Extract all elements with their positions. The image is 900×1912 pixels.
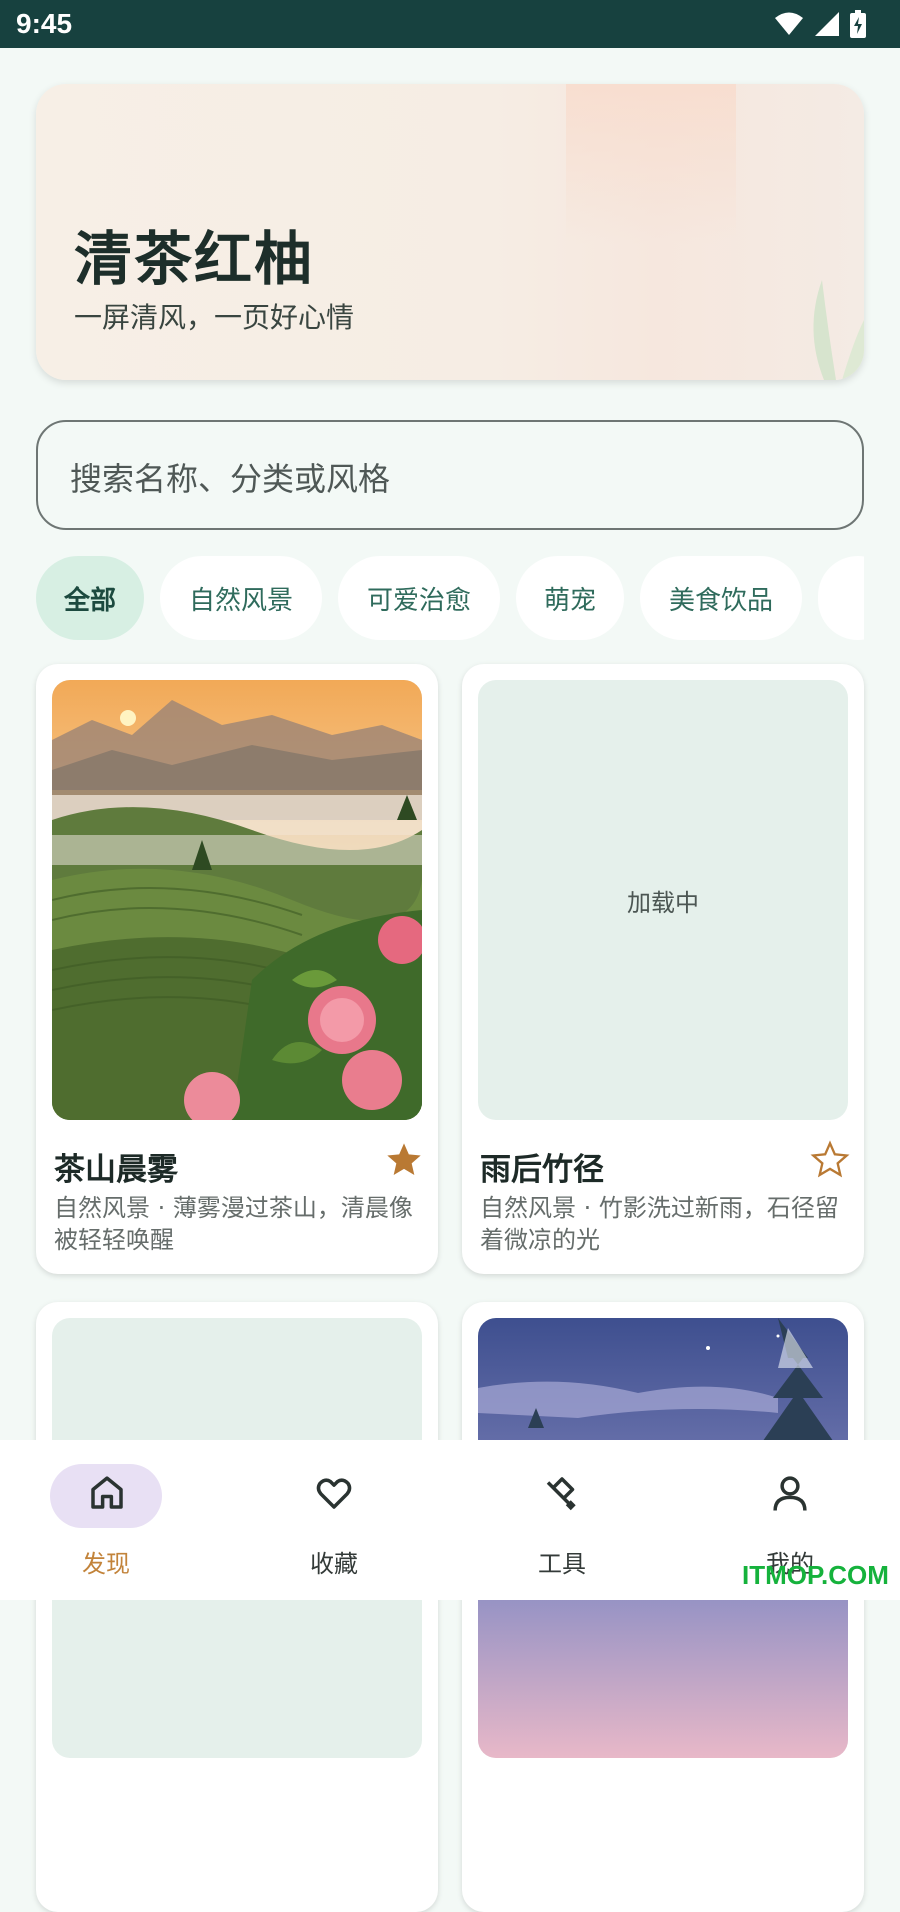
status-time: 9:45 bbox=[16, 8, 73, 39]
nav-discover[interactable]: 发现 bbox=[30, 1464, 190, 1584]
nav-label-discover: 发现 bbox=[82, 1550, 130, 1578]
hero-title: 清茶红柚 bbox=[74, 225, 315, 293]
search-placeholder: 搜索名称、分类或风格 bbox=[70, 460, 391, 498]
person-icon bbox=[773, 1476, 807, 1511]
chip-pets[interactable]: 萌宠 bbox=[516, 556, 624, 640]
tools-icon bbox=[546, 1477, 576, 1511]
wallpaper-card[interactable] bbox=[36, 1302, 438, 1912]
status-bar: 9:45 bbox=[0, 0, 900, 48]
watermark: ITMOP.COM bbox=[742, 1560, 889, 1590]
star-filled-icon[interactable] bbox=[384, 1140, 424, 1180]
status-icons bbox=[774, 10, 866, 38]
signal-icon bbox=[815, 12, 839, 36]
wallpaper-card[interactable]: 茶山晨雾 自然风景 · 薄雾漫过茶山，清晨像被轻轻唤醒 bbox=[36, 664, 438, 1274]
hero-decoration bbox=[566, 84, 736, 244]
search-input[interactable]: 搜索名称、分类或风格 bbox=[36, 420, 864, 530]
chip-more[interactable] bbox=[818, 556, 864, 640]
nav-favorites[interactable]: 收藏 bbox=[258, 1464, 418, 1584]
chip-nature[interactable]: 自然风景 bbox=[160, 556, 322, 640]
heart-icon bbox=[316, 1478, 352, 1509]
leaf-decoration bbox=[813, 280, 864, 380]
wifi-icon bbox=[775, 12, 803, 35]
card-description: 自然风景 · 竹影洗过新雨，石径留着微凉的光 bbox=[480, 1194, 839, 1254]
wallpaper-card[interactable] bbox=[462, 1302, 864, 1912]
hero-banner: 清茶红柚 一屏清风，一页好心情 bbox=[36, 84, 864, 380]
card-title: 雨后竹径 bbox=[480, 1152, 604, 1188]
home-icon bbox=[91, 1476, 123, 1509]
chip-all[interactable]: 全部 bbox=[36, 556, 144, 640]
card-title: 茶山晨雾 bbox=[54, 1152, 178, 1188]
category-chips: 全部 自然风景 可爱治愈 萌宠 美食饮品 bbox=[36, 556, 864, 640]
card-image bbox=[52, 680, 422, 1120]
nav-label-favorites: 收藏 bbox=[310, 1550, 358, 1578]
wallpaper-card[interactable]: 加载中 雨后竹径 自然风景 · 竹影洗过新雨，石径留着微凉的光 bbox=[462, 664, 864, 1274]
loading-text: 加载中 bbox=[627, 888, 699, 917]
card-description: 自然风景 · 薄雾漫过茶山，清晨像被轻轻唤醒 bbox=[54, 1194, 413, 1254]
chip-food[interactable]: 美食饮品 bbox=[640, 556, 802, 640]
nav-tools[interactable]: 工具 bbox=[486, 1464, 646, 1584]
battery-charging-icon bbox=[850, 10, 866, 38]
star-outline-icon[interactable] bbox=[810, 1140, 850, 1180]
hero-subtitle: 一屏清风，一页好心情 bbox=[74, 301, 355, 334]
chip-cute[interactable]: 可爱治愈 bbox=[338, 556, 500, 640]
nav-label-tools: 工具 bbox=[538, 1550, 586, 1578]
card-image-placeholder: 加载中 bbox=[478, 680, 848, 1120]
